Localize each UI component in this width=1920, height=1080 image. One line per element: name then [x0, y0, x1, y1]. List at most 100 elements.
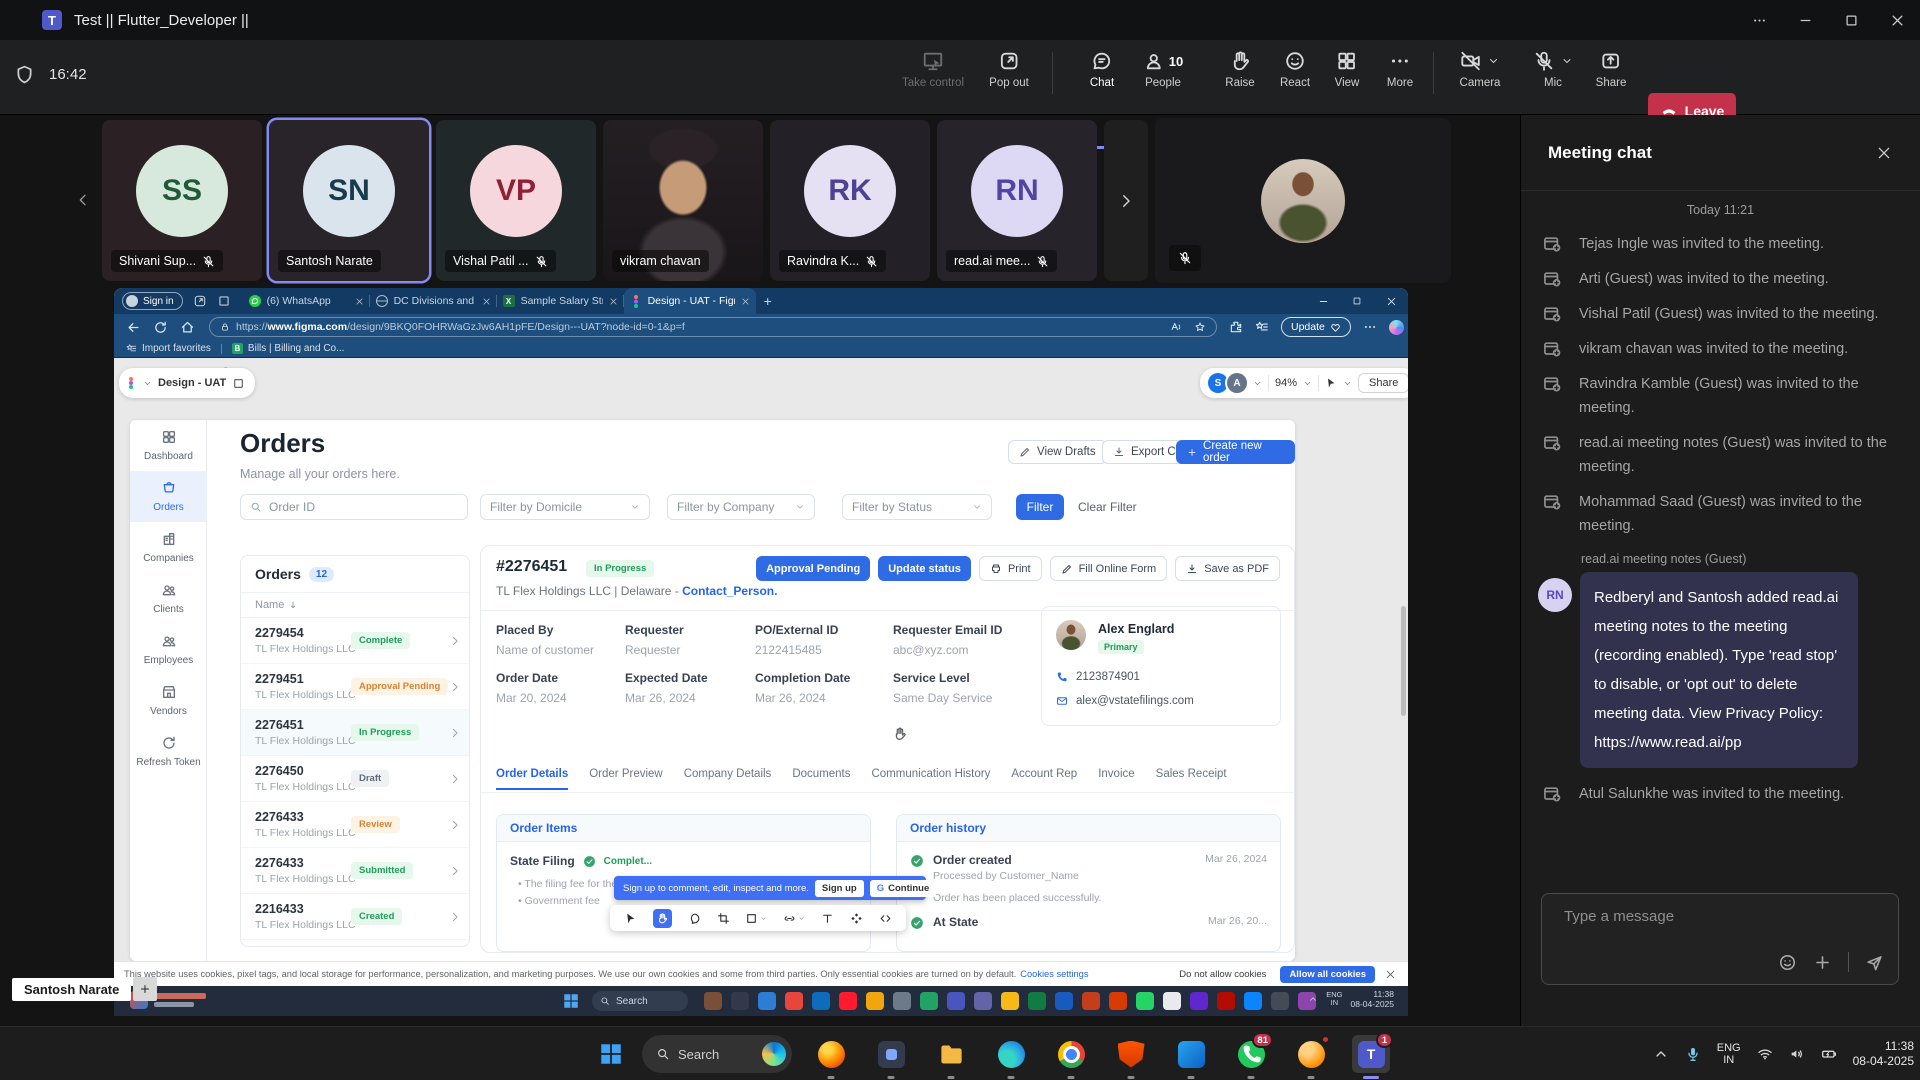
sidebar-item[interactable]: Companies	[130, 522, 207, 573]
contact-phone[interactable]: 2123874901	[1056, 671, 1140, 683]
create-new-order-button[interactable]: Create new order	[1176, 440, 1295, 464]
order-id-search-input[interactable]: Order ID	[240, 494, 468, 520]
detail-tab[interactable]: Account Rep	[1011, 768, 1077, 790]
browser-tab[interactable]: Design - UAT - Figma	[624, 288, 756, 314]
camera-button[interactable]: Camera	[1460, 50, 1501, 89]
order-row[interactable]: 2279451 TL Flex Holdings LLC Approval Pe…	[241, 664, 469, 710]
close-window-button[interactable]	[1874, 0, 1920, 40]
figma-share-button[interactable]: Share	[1358, 373, 1408, 393]
figma-tool-button[interactable]	[821, 912, 834, 925]
figma-tool-button[interactable]	[624, 912, 637, 925]
detail-tab[interactable]: Communication History	[871, 768, 990, 790]
contact-person-link[interactable]: Contact_Person.	[682, 584, 777, 598]
firefox[interactable]	[812, 1035, 850, 1073]
address-bar[interactable]: https://www.figma.com/design/9BKQ0FOHRWa…	[209, 317, 1217, 337]
brave[interactable]	[1112, 1035, 1150, 1073]
titlebar-more-button[interactable]	[1736, 0, 1782, 40]
order-row[interactable]: 2216433 TL Flex Holdings LLC Created	[241, 894, 469, 940]
order-row[interactable]: 2276433 TL Flex Holdings LLC Review	[241, 802, 469, 848]
new-tab-button[interactable]: +	[764, 293, 772, 309]
sidebar-item[interactable]: Employees	[130, 624, 207, 675]
present-icon[interactable]	[1325, 377, 1337, 389]
order-row[interactable]: 2276451 TL Flex Holdings LLC In Progress	[241, 710, 469, 756]
clear-filter-button[interactable]: Clear Filter	[1078, 500, 1137, 514]
tab-actions-icon[interactable]	[217, 294, 231, 308]
figma-tool-button[interactable]	[850, 912, 863, 925]
tiles-scroll-left-button[interactable]	[70, 182, 96, 218]
allow-cookies-button[interactable]: Allow all cookies	[1280, 966, 1375, 983]
browser-tab[interactable]: DC Divisions and Surroundings	[370, 288, 497, 314]
taskbar-clock[interactable]: 11:3808-04-2025	[1853, 1039, 1914, 1069]
deny-cookies-button[interactable]: Do not allow cookies	[1179, 969, 1266, 980]
volume-icon[interactable]	[1789, 1046, 1805, 1062]
detail-tab[interactable]: Sales Receipt	[1156, 768, 1227, 790]
back-icon[interactable]	[126, 320, 141, 335]
filter-company-dropdown[interactable]: Filter by Company	[667, 494, 815, 520]
favorites-icon[interactable]	[1255, 320, 1269, 334]
close-chat-panel-button[interactable]	[1876, 145, 1892, 161]
favorite-icon[interactable]	[1194, 321, 1206, 333]
react-button[interactable]: React	[1280, 50, 1310, 89]
figma-tool-button[interactable]	[688, 912, 701, 925]
chat-message-bubble[interactable]: Redberyl and Santosh added read.ai meeti…	[1580, 572, 1858, 768]
sidebar-item[interactable]: Orders	[130, 471, 207, 522]
camera-options-chevron-icon[interactable]	[1488, 55, 1500, 67]
tiles-scroll-right-button[interactable]	[1104, 120, 1148, 281]
participant-tile-large[interactable]	[1155, 118, 1451, 283]
chat-input[interactable]: Type a message	[1541, 893, 1899, 985]
canvas-scrollbar[interactable]	[1401, 606, 1406, 716]
mic-options-chevron-icon[interactable]	[1561, 55, 1573, 67]
browser-minimize-button[interactable]	[1306, 288, 1340, 314]
detail-tab[interactable]: Documents	[792, 768, 850, 790]
detail-tab[interactable]: Order Preview	[589, 768, 663, 790]
sidebar-item[interactable]: Dashboard	[130, 420, 207, 471]
taskbar-search-box[interactable]: Search	[642, 1035, 792, 1073]
teams[interactable]: 1	[1352, 1035, 1390, 1073]
participant-tile[interactable]: SS Shivani Sup...	[102, 120, 262, 281]
sidebar-item[interactable]: Refresh Token	[130, 726, 207, 777]
figma-file-menu[interactable]: Design - UAT	[119, 368, 255, 398]
workspaces-icon[interactable]	[193, 294, 207, 308]
participant-tile[interactable]: vikram chavan	[603, 120, 763, 281]
share-button[interactable]: Share	[1596, 50, 1627, 89]
chevron-down-icon[interactable]	[1253, 379, 1262, 388]
extensions-icon[interactable]	[1229, 320, 1243, 334]
figma-tool-button[interactable]	[717, 912, 730, 925]
browser-update-button[interactable]: Update	[1281, 317, 1351, 337]
zoom-level[interactable]: 94%	[1275, 377, 1297, 389]
close-cookie-banner-icon[interactable]	[1385, 969, 1396, 980]
detail-tab[interactable]: Order Details	[496, 768, 568, 790]
order-row[interactable]: 2279454 TL Flex Holdings LLC Complete	[241, 618, 469, 664]
browser-close-button[interactable]	[1374, 288, 1408, 314]
people-button[interactable]: 10 People	[1143, 50, 1183, 89]
pages-panel-icon[interactable]	[232, 377, 245, 390]
close-tab-icon[interactable]	[741, 297, 750, 306]
copilot-icon[interactable]	[1389, 320, 1404, 335]
browser-tab[interactable]: Sample Salary Structure with calc	[497, 288, 624, 314]
apply-filter-button[interactable]: Filter	[1016, 494, 1064, 520]
participant-tile[interactable]: RN read.ai mee...	[937, 120, 1097, 281]
figma-tool-button[interactable]	[879, 912, 892, 925]
edge[interactable]	[992, 1035, 1030, 1073]
collaborator-avatar[interactable]: S	[1208, 373, 1228, 393]
figma-tool-button[interactable]	[653, 909, 672, 928]
send-icon[interactable]	[1865, 953, 1884, 972]
present-chevron-icon[interactable]	[1343, 379, 1352, 388]
battery-icon[interactable]	[1821, 1046, 1837, 1062]
browser-tab[interactable]: (6) WhatsApp	[243, 288, 370, 314]
file-explorer[interactable]	[932, 1035, 970, 1073]
detail-tab[interactable]: Company Details	[684, 768, 772, 790]
filter-domicile-dropdown[interactable]: Filter by Domicile	[480, 494, 650, 520]
bookmark-item[interactable]: Bills | Billing and Co...	[248, 343, 345, 354]
pop-out-button[interactable]: Pop out	[989, 50, 1029, 89]
minimize-button[interactable]	[1782, 0, 1828, 40]
attach-icon[interactable]	[1813, 953, 1832, 972]
more-button[interactable]: More	[1387, 50, 1413, 89]
mic-button[interactable]: Mic	[1533, 50, 1573, 89]
browser-sign-in-button[interactable]: Sign in	[122, 292, 183, 310]
print-button[interactable]: Print	[979, 556, 1042, 581]
close-tab-icon[interactable]	[355, 297, 364, 306]
read-aloud-icon[interactable]	[1170, 321, 1182, 333]
presenter-pin-button[interactable]	[133, 977, 157, 1001]
wifi-icon[interactable]	[1757, 1046, 1773, 1062]
